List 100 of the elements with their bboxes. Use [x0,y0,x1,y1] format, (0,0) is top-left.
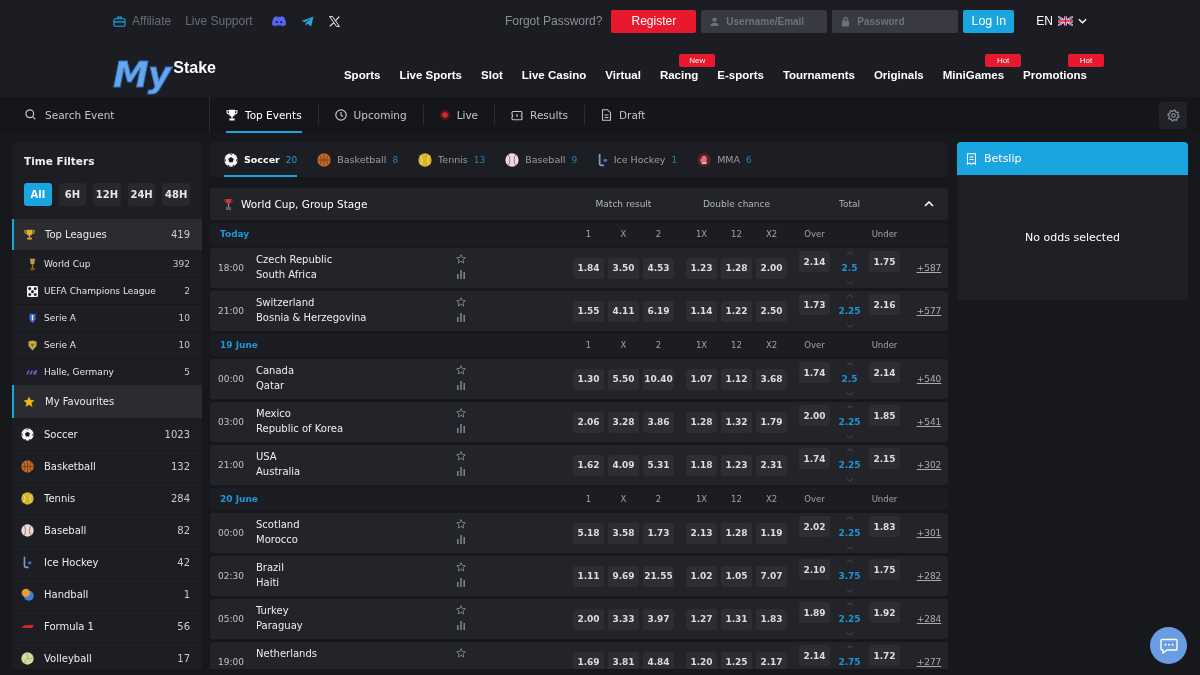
odds-button[interactable]: 1.27 [686,608,717,630]
odds-button[interactable]: 1.74 [799,362,830,383]
nav-link[interactable]: Racing [659,69,699,81]
odds-button[interactable]: 2.50 [756,300,787,322]
star-outline-icon[interactable] [456,254,466,264]
odds-button[interactable]: 1.11 [573,565,604,587]
team-name[interactable]: Haiti [256,577,280,589]
nav-link[interactable]: Sports [343,69,381,81]
bar-chart-icon[interactable] [456,534,466,544]
odds-button[interactable]: 5.31 [643,454,674,476]
total-line-selector[interactable]: 2.25 [834,405,865,439]
odds-button[interactable]: 2.17 [756,651,787,669]
odds-button[interactable]: 3.86 [643,411,674,433]
chat-button[interactable] [1150,627,1187,664]
category-header[interactable]: Top Leagues 419 [12,219,202,250]
odds-button[interactable]: 3.68 [756,368,787,390]
odds-button[interactable]: 2.15 [869,448,900,469]
total-line-selector[interactable]: 2.5 [834,362,865,396]
odds-button[interactable]: 4.11 [608,300,639,322]
time-filter-button[interactable]: 24H [127,183,156,206]
nav-link[interactable]: Virtual [605,69,641,81]
sport-tab[interactable]: MMA 6 [697,142,752,177]
nav-link[interactable]: E-sports [717,69,764,81]
odds-button[interactable]: 1.30 [573,368,604,390]
league-item[interactable]: UEFA Champions League 2 [12,277,202,304]
odds-button[interactable]: 1.85 [869,405,900,426]
settings-button[interactable] [1159,101,1187,129]
odds-button[interactable]: 1.25 [721,651,752,669]
team-name[interactable]: Mexico [256,408,291,420]
search-field[interactable]: Search Event [0,97,209,133]
odds-button[interactable]: 1.55 [573,300,604,322]
team-name[interactable]: South Africa [256,269,317,281]
total-line-selector[interactable]: 2.25 [834,294,865,328]
odds-button[interactable]: 21.55 [643,565,674,587]
forgot-password-link[interactable]: Forgot Password? [504,14,603,28]
sport-item[interactable]: Volleyball 17 [12,642,202,669]
team-name[interactable]: Bosnia & Herzegovina [256,312,367,324]
odds-button[interactable]: 3.81 [608,651,639,669]
event-tab[interactable]: Upcoming [334,97,407,133]
team-name[interactable]: Qatar [256,380,285,392]
odds-button[interactable]: 3.50 [608,257,639,279]
more-markets-link[interactable]: +301 [916,528,942,538]
odds-button[interactable]: 1.28 [686,411,717,433]
register-button[interactable]: Register [611,9,697,33]
sport-item[interactable]: Formula 1 56 [12,610,202,642]
sport-item[interactable]: Handball 1 [12,578,202,610]
nav-link[interactable]: MiniGames [942,69,1005,81]
odds-button[interactable]: 1.02 [686,565,717,587]
bar-chart-icon[interactable] [456,423,466,433]
team-name[interactable]: Canada [256,365,295,377]
odds-button[interactable]: 3.33 [608,608,639,630]
collapse-button[interactable] [924,201,934,207]
team-name[interactable]: USA [256,451,277,463]
odds-button[interactable]: 5.50 [608,368,639,390]
odds-button[interactable]: 2.00 [799,405,830,426]
odds-button[interactable]: 1.73 [799,294,830,315]
password-field[interactable]: Password [832,9,959,33]
x-letter-icon[interactable] [328,15,340,27]
total-line-selector[interactable]: 2.75 [834,645,865,669]
odds-button[interactable]: 2.14 [799,645,830,666]
odds-button[interactable]: 1.89 [799,602,830,623]
star-outline-icon[interactable] [456,562,466,572]
odds-button[interactable]: 7.07 [756,565,787,587]
odds-button[interactable]: 1.73 [643,522,674,544]
more-markets-link[interactable]: +577 [916,306,942,316]
event-tab[interactable]: Top Events [226,97,302,133]
total-line-selector[interactable]: 2.25 [834,448,865,482]
total-line-selector[interactable]: 2.25 [834,602,865,636]
event-tab[interactable]: Draft [601,97,646,133]
star-outline-icon[interactable] [456,365,466,375]
odds-button[interactable]: 1.92 [869,602,900,623]
odds-button[interactable]: 1.19 [756,522,787,544]
league-item[interactable]: Serie A 10 [12,331,202,358]
odds-button[interactable]: 1.83 [869,516,900,537]
odds-button[interactable]: 2.13 [686,522,717,544]
odds-button[interactable]: 2.10 [799,559,830,580]
odds-button[interactable]: 2.02 [799,516,830,537]
game-controller-icon[interactable] [271,15,286,27]
bar-chart-icon[interactable] [456,312,466,322]
sport-tab[interactable]: Tennis 13 [418,142,486,177]
star-outline-icon[interactable] [456,605,466,615]
odds-button[interactable]: 1.31 [721,608,752,630]
team-name[interactable]: Czech Republic [256,254,333,266]
odds-button[interactable]: 3.58 [608,522,639,544]
team-name[interactable]: Turkey [256,605,289,617]
odds-button[interactable]: 3.28 [608,411,639,433]
odds-button[interactable]: 1.07 [686,368,717,390]
team-name[interactable]: Switzerland [256,297,315,309]
odds-button[interactable]: 2.14 [869,362,900,383]
odds-button[interactable]: 1.62 [573,454,604,476]
more-markets-link[interactable]: +540 [916,374,942,384]
event-tab[interactable]: Results [511,97,568,133]
odds-button[interactable]: 1.28 [721,257,752,279]
sport-tab[interactable]: Soccer 20 [224,142,298,177]
nav-link[interactable]: Live Sports [399,69,462,81]
star-outline-icon[interactable] [456,297,466,307]
odds-button[interactable]: 1.23 [721,454,752,476]
odds-button[interactable]: 1.75 [869,251,900,272]
team-name[interactable]: Paraguay [256,620,303,632]
odds-button[interactable]: 4.53 [643,257,674,279]
